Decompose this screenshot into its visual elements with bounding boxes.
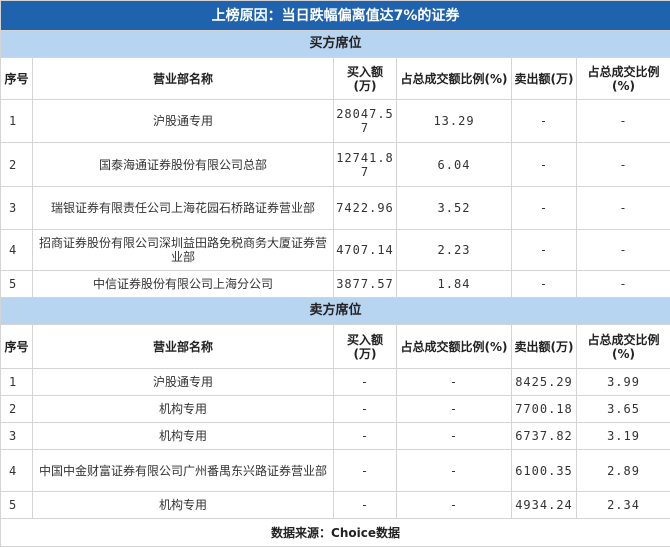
branch-name: 沪股通专用: [32, 368, 334, 396]
buy-pct: -: [396, 491, 512, 519]
sell-amount: -: [511, 186, 577, 230]
header-name: 营业部名称: [32, 324, 334, 369]
sell-amount: 4934.24: [511, 491, 577, 519]
row-index: 3: [0, 422, 33, 450]
sell-amount: 8425.29: [511, 368, 577, 396]
sell-pct: 3.99: [575, 368, 670, 396]
data-source: 数据来源：Choice数据: [0, 518, 670, 547]
buy-pct: 13.29: [396, 99, 512, 143]
table-title: 上榜原因：当日跌幅偏离值达7%的证券: [0, 0, 670, 31]
row-index: 4: [0, 229, 33, 271]
sell-header-row: 序号 营业部名称 买入额(万) 占总成交额比例(%) 卖出额(万) 占总成交比例(%): [0, 324, 670, 369]
header-buy-pct: 占总成交额比例(%): [396, 324, 512, 369]
branch-name: 中信证券股份有限公司上海分公司: [32, 270, 334, 298]
table-row: 5 中信证券股份有限公司上海分公司 3877.57 1.84 - -: [0, 270, 670, 298]
row-index: 5: [0, 491, 33, 519]
buy-pct: -: [396, 395, 512, 423]
branch-name: 中国中金财富证券有限公司广州番禺东兴路证券营业部: [32, 449, 334, 492]
sell-amount: -: [511, 142, 577, 187]
sell-pct: -: [575, 142, 670, 187]
table-row: 4 招商证券股份有限公司深圳益田路免税商务大厦证券营业部 4707.14 2.2…: [0, 229, 670, 271]
branch-name: 机构专用: [32, 422, 334, 450]
buy-amount: -: [333, 368, 397, 396]
sell-amount: -: [511, 270, 577, 298]
header-index: 序号: [0, 57, 33, 100]
row-index: 1: [0, 368, 33, 396]
buy-amount: -: [333, 491, 397, 519]
lhb-table-container: 上榜原因：当日跌幅偏离值达7%的证券 买方席位 序号 营业部名称 买入额(万) 占总成交…: [0, 0, 670, 547]
buy-amount: 4707.14: [333, 229, 397, 271]
header-buy: 买入额(万): [333, 324, 397, 369]
table-row: 2 国泰海通证券股份有限公司总部 12741.87 6.04 - -: [0, 142, 670, 187]
header-index: 序号: [0, 324, 33, 369]
sell-amount: -: [511, 99, 577, 143]
branch-name: 国泰海通证券股份有限公司总部: [32, 142, 334, 187]
sell-pct: 3.65: [575, 395, 670, 423]
header-sell: 卖出额(万): [511, 324, 577, 369]
table-row: 3 机构专用 - - 6737.82 3.19: [0, 422, 670, 450]
branch-name: 机构专用: [32, 395, 334, 423]
lhb-table: 上榜原因：当日跌幅偏离值达7%的证券 买方席位 序号 营业部名称 买入额(万) 占总成交…: [0, 0, 670, 547]
buy-amount: 28047.57: [333, 99, 397, 143]
sell-pct: -: [575, 270, 670, 298]
header-sell-pct: 占总成交比例(%): [575, 324, 670, 369]
row-index: 5: [0, 270, 33, 298]
buy-pct: -: [396, 449, 512, 492]
buy-pct: -: [396, 422, 512, 450]
sell-amount: 6100.35: [511, 449, 577, 492]
header-sell: 卖出额(万): [511, 57, 577, 100]
table-row: 2 机构专用 - - 7700.18 3.65: [0, 395, 670, 423]
buy-amount: -: [333, 422, 397, 450]
buy-pct: 3.52: [396, 186, 512, 230]
sell-pct: 3.19: [575, 422, 670, 450]
header-buy-pct: 占总成交额比例(%): [396, 57, 512, 100]
header-name: 营业部名称: [32, 57, 334, 100]
buy-pct: -: [396, 368, 512, 396]
row-index: 1: [0, 99, 33, 143]
sell-pct: -: [575, 186, 670, 230]
sell-amount: 7700.18: [511, 395, 577, 423]
branch-name: 沪股通专用: [32, 99, 334, 143]
sell-pct: 2.34: [575, 491, 670, 519]
table-row: 1 沪股通专用 - - 8425.29 3.99: [0, 368, 670, 396]
row-index: 4: [0, 449, 33, 492]
sell-pct: -: [575, 99, 670, 143]
row-index: 3: [0, 186, 33, 230]
branch-name: 招商证券股份有限公司深圳益田路免税商务大厦证券营业部: [32, 229, 334, 271]
table-row: 3 瑞银证券有限责任公司上海花园石桥路证券营业部 7422.96 3.52 - …: [0, 186, 670, 230]
buy-pct: 6.04: [396, 142, 512, 187]
row-index: 2: [0, 142, 33, 187]
table-row: 5 机构专用 - - 4934.24 2.34: [0, 491, 670, 519]
branch-name: 瑞银证券有限责任公司上海花园石桥路证券营业部: [32, 186, 334, 230]
sell-pct: 2.89: [575, 449, 670, 492]
header-sell-pct: 占总成交比例(%): [575, 57, 670, 100]
buy-amount: 7422.96: [333, 186, 397, 230]
buy-pct: 2.23: [396, 229, 512, 271]
sell-amount: -: [511, 229, 577, 271]
buy-pct: 1.84: [396, 270, 512, 298]
sell-section-title: 卖方席位: [0, 297, 670, 325]
header-buy: 买入额(万): [333, 57, 397, 100]
buy-amount: 12741.87: [333, 142, 397, 187]
buy-amount: -: [333, 395, 397, 423]
row-index: 2: [0, 395, 33, 423]
buy-header-row: 序号 营业部名称 买入额(万) 占总成交额比例(%) 卖出额(万) 占总成交比例(%): [0, 57, 670, 100]
sell-pct: -: [575, 229, 670, 271]
buy-amount: 3877.57: [333, 270, 397, 298]
branch-name: 机构专用: [32, 491, 334, 519]
buy-amount: -: [333, 449, 397, 492]
table-row: 1 沪股通专用 28047.57 13.29 - -: [0, 99, 670, 143]
table-row: 4 中国中金财富证券有限公司广州番禺东兴路证券营业部 - - 6100.35 2…: [0, 449, 670, 492]
buy-section-title: 买方席位: [0, 30, 670, 58]
sell-amount: 6737.82: [511, 422, 577, 450]
